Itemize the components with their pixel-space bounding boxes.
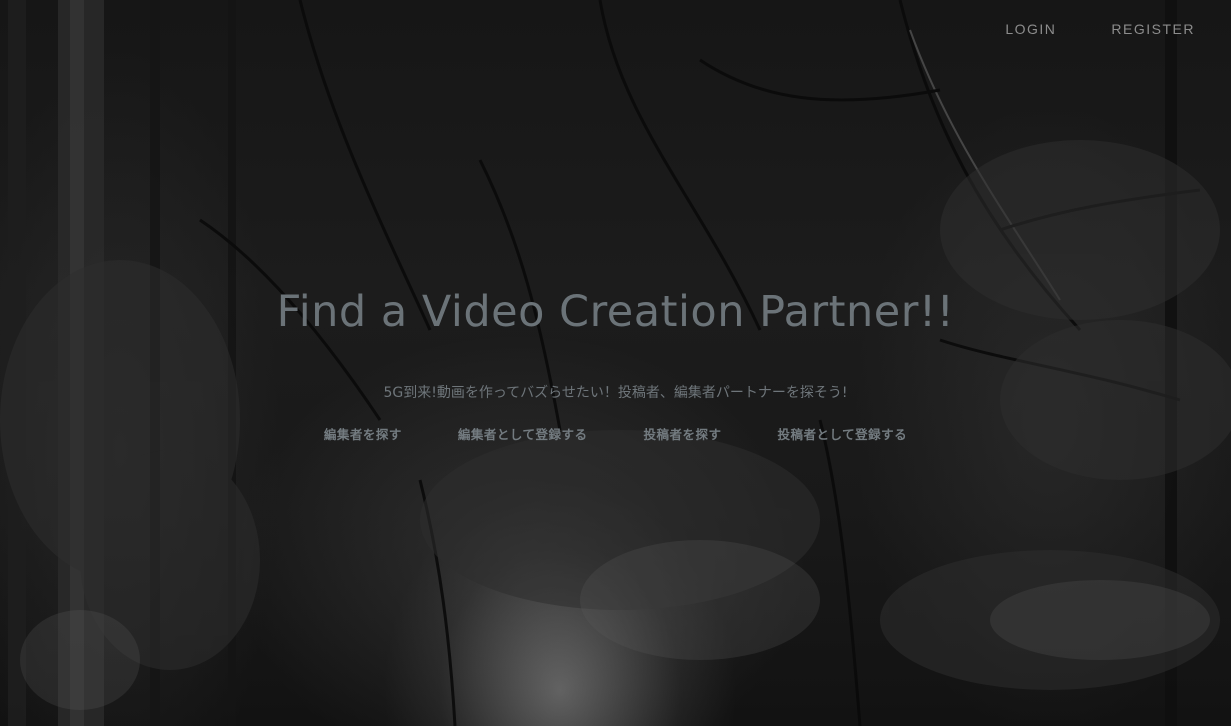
find-poster-link[interactable]: 投稿者を探す bbox=[644, 424, 722, 443]
register-link[interactable]: REGISTER bbox=[1111, 21, 1195, 37]
find-editor-link[interactable]: 編集者を探す bbox=[324, 424, 402, 443]
hero-section: LOGIN REGISTER Find a Video Creation Par… bbox=[0, 0, 1231, 726]
forest-background-image bbox=[0, 0, 1231, 726]
hero-subtitle: 5G到来!動画を作ってバズらせたい！投稿者、編集者パートナーを探そう! bbox=[383, 385, 848, 401]
register-as-poster-link[interactable]: 投稿者として登録する bbox=[778, 424, 908, 443]
hero-title: Find a Video Creation Partner!! bbox=[276, 287, 955, 337]
register-as-editor-link[interactable]: 編集者として登録する bbox=[458, 424, 588, 443]
hero-action-links: 編集者を探す 編集者として登録する 投稿者を探す 投稿者として登録する bbox=[0, 424, 1231, 443]
login-link[interactable]: LOGIN bbox=[1005, 21, 1056, 37]
top-nav: LOGIN REGISTER bbox=[1005, 21, 1195, 37]
